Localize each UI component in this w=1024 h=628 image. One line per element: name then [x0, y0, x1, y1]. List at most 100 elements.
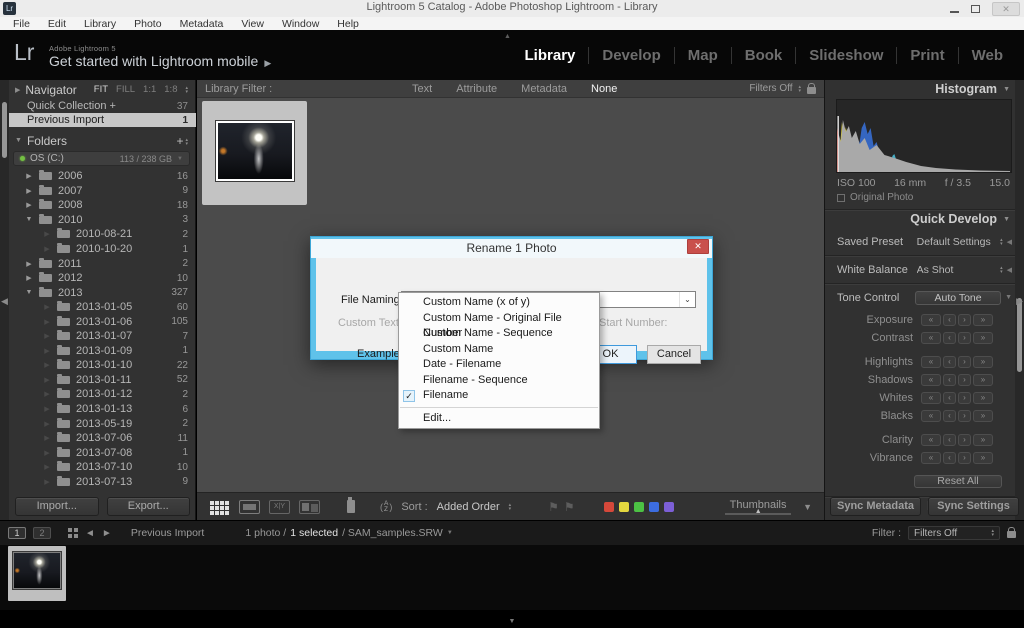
exposure-plus[interactable] [958, 314, 971, 326]
menu-item[interactable]: Custom Name [399, 342, 599, 358]
whites-plus[interactable] [958, 392, 971, 404]
module-library[interactable]: Library [512, 47, 589, 64]
clarity-plus-large[interactable] [973, 434, 993, 446]
thumbnail-size-slider[interactable]: ▲ [725, 513, 791, 515]
folder-row[interactable]: 200818 [9, 198, 196, 213]
nav-ratio-selector-icon[interactable] [185, 86, 188, 94]
catalog-item-previous-import[interactable]: Previous Import 1 [9, 113, 196, 127]
module-slideshow[interactable]: Slideshow [795, 47, 896, 64]
highlights-plus-large[interactable] [973, 356, 993, 368]
folder-row[interactable]: 2013-01-0560 [9, 300, 196, 315]
folder-row[interactable]: 2013-01-077 [9, 329, 196, 344]
quick-develop-collapse-icon[interactable]: ▼ [1003, 216, 1010, 223]
module-print[interactable]: Print [896, 47, 957, 64]
color-label-purple[interactable] [664, 502, 674, 512]
expander-icon[interactable] [23, 289, 35, 296]
combobox-dropdown-icon[interactable]: ⌄ [679, 292, 695, 307]
preset-selector-icon[interactable] [1000, 238, 1003, 246]
expander-icon[interactable] [23, 216, 35, 223]
clarity-plus[interactable] [958, 434, 971, 446]
expander-icon[interactable] [23, 260, 35, 268]
expander-icon[interactable] [23, 187, 35, 195]
top-panel-collapse-icon[interactable]: ▲ [504, 33, 511, 40]
clarity-minus[interactable] [943, 434, 956, 446]
exposure-plus-large[interactable] [973, 314, 993, 326]
menu-item[interactable]: Custom Name (x of y) [399, 295, 599, 311]
volume-browser[interactable]: OS (C:) 113 / 238 GB ▼ [13, 151, 190, 166]
left-scrollbar-thumb[interactable] [2, 102, 7, 158]
bottom-panel-collapse-icon[interactable]: ▼ [509, 618, 516, 625]
folder-row[interactable]: 2010-08-212 [9, 227, 196, 242]
sync-metadata-button[interactable]: Sync Metadata [830, 497, 921, 516]
folder-row[interactable]: 2013-01-122 [9, 387, 196, 402]
menu-item[interactable]: Date - Filename [399, 357, 599, 373]
expander-icon[interactable] [23, 201, 35, 209]
cancel-button[interactable]: Cancel [647, 345, 701, 364]
contrast-plus[interactable] [958, 332, 971, 344]
flag-reject-icon[interactable]: ⚑ [564, 500, 575, 514]
filter-lock-icon[interactable] [807, 87, 816, 94]
module-web[interactable]: Web [958, 47, 1016, 64]
saved-preset-selector[interactable]: Default Settings [917, 236, 1003, 248]
module-book[interactable]: Book [731, 47, 796, 64]
expander-icon[interactable] [23, 172, 35, 180]
loupe-view-icon[interactable] [239, 500, 260, 514]
clarity-minus-large[interactable] [921, 434, 941, 446]
shadows-minus[interactable] [943, 374, 956, 386]
exposure-minus[interactable] [943, 314, 956, 326]
sort-selector-icon[interactable] [509, 503, 512, 511]
compare-view-icon[interactable] [269, 500, 290, 514]
filter-attribute[interactable]: Attribute [456, 83, 497, 95]
navigator-header[interactable]: ▶ Navigator FIT FILL 1:1 1:8 [9, 80, 196, 99]
close-icon[interactable]: ✕ [992, 2, 1020, 16]
exposure-minus-large[interactable] [921, 314, 941, 326]
slider-thumb[interactable]: ▲ [755, 508, 762, 515]
folder-row[interactable]: 2013-07-081 [9, 445, 196, 460]
menu-file[interactable]: File [4, 18, 39, 30]
highlights-minus[interactable] [943, 356, 956, 368]
grid-view-shortcut-icon[interactable] [68, 528, 72, 532]
folder-row[interactable]: 2013-01-06105 [9, 314, 196, 329]
volume-collapse-icon[interactable]: ▼ [177, 156, 183, 162]
sort-value[interactable]: Added Order [437, 501, 500, 513]
menu-window[interactable]: Window [273, 18, 328, 30]
filmstrip-thumbnail-moon[interactable] [13, 552, 61, 589]
main-window-button[interactable]: 1 [8, 527, 26, 539]
folder-row[interactable]: 2013-07-0611 [9, 431, 196, 446]
folder-row[interactable]: 2013-01-1022 [9, 358, 196, 373]
menu-library[interactable]: Library [75, 18, 125, 30]
nav-fill[interactable]: FILL [116, 84, 135, 95]
filter-text[interactable]: Text [412, 83, 432, 95]
vibrance-plus-large[interactable] [973, 452, 993, 464]
filmstrip-filter-selector[interactable]: Filters Off [908, 526, 1000, 540]
folder-row[interactable]: 20112 [9, 256, 196, 271]
nav-1to1[interactable]: 1:1 [143, 84, 156, 95]
go-forward-icon[interactable]: ► [102, 528, 112, 539]
whites-minus[interactable] [943, 392, 956, 404]
filters-selector-icon[interactable] [798, 85, 801, 93]
vibrance-minus-large[interactable] [921, 452, 941, 464]
menu-photo[interactable]: Photo [125, 18, 170, 30]
nav-ratio[interactable]: 1:8 [164, 84, 177, 95]
photo-thumbnail-moon[interactable] [216, 121, 294, 181]
menu-help[interactable]: Help [328, 18, 368, 30]
reset-all-button[interactable]: Reset All [914, 475, 1002, 488]
folder-options-icon[interactable] [185, 138, 188, 146]
quick-develop-header[interactable]: Quick Develop ▼ [825, 210, 1024, 228]
color-label-green[interactable] [634, 502, 644, 512]
vibrance-plus[interactable] [958, 452, 971, 464]
shadows-plus[interactable] [958, 374, 971, 386]
survey-view-icon[interactable] [299, 500, 320, 514]
flag-pick-icon[interactable]: ⚑ [548, 500, 559, 514]
filmstrip-source[interactable]: Previous Import [131, 527, 205, 539]
dialog-close-icon[interactable]: ✕ [687, 239, 709, 254]
white-balance-selector[interactable]: As Shot [917, 264, 1003, 276]
shadows-plus-large[interactable] [973, 374, 993, 386]
whites-plus-large[interactable] [973, 392, 993, 404]
filters-off-selector[interactable]: Filters Off [749, 83, 792, 94]
menu-item-edit[interactable]: Edit... [399, 411, 599, 427]
menu-item[interactable]: Custom Name - Original File Number [399, 311, 599, 327]
module-develop[interactable]: Develop [588, 47, 673, 64]
highlights-plus[interactable] [958, 356, 971, 368]
status-dropdown-icon[interactable]: ▼ [447, 530, 453, 536]
